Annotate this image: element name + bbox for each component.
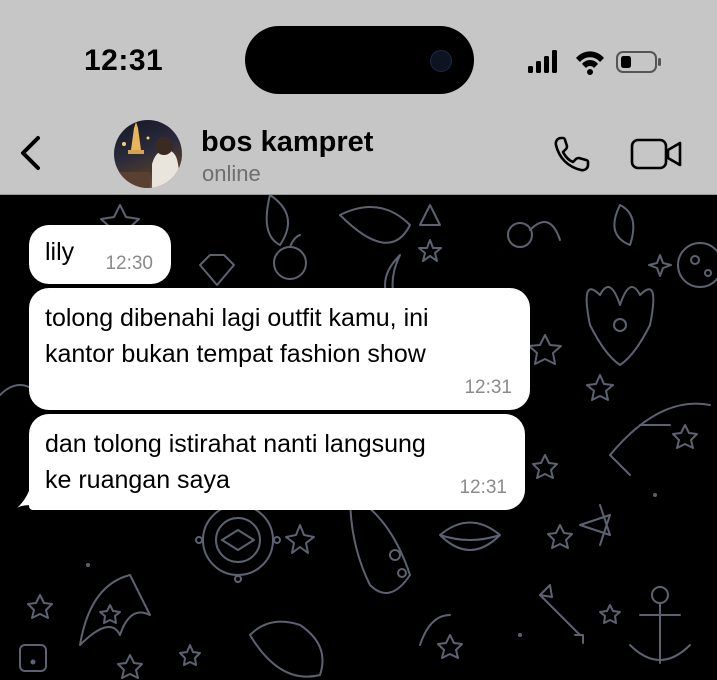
message-bubble[interactable]: tolong dibenahi lagi outfit kamu, ini ka… — [29, 288, 530, 410]
message-text: tolong dibenahi lagi outfit kamu, ini ka… — [45, 304, 429, 368]
message-time: 12:30 — [105, 253, 153, 274]
chat-area[interactable]: lily 12:30 tolong dibenahi lagi outfit k… — [0, 195, 717, 680]
contact-name[interactable]: bos kampret — [201, 126, 373, 159]
message-time: 12:31 — [464, 377, 512, 398]
message-bubble[interactable]: dan tolong istirahat nanti langsung ke r… — [29, 414, 525, 510]
video-camera-icon[interactable] — [630, 136, 684, 172]
chat-header: bos kampret online — [0, 112, 717, 195]
message-bubble[interactable]: lily 12:30 — [29, 225, 171, 284]
battery-low-icon — [616, 51, 661, 73]
status-bar: 12:31 — [0, 0, 717, 112]
wifi-icon — [576, 51, 604, 75]
presence-status: online — [202, 161, 261, 186]
message-text: dan tolong istirahat nanti langsung ke r… — [45, 430, 426, 494]
signal-bars-icon — [528, 50, 557, 73]
phone-icon[interactable] — [552, 134, 592, 174]
status-icons — [528, 50, 661, 75]
chevron-left-icon[interactable] — [14, 132, 48, 174]
avatar[interactable] — [114, 120, 182, 188]
dynamic-island — [245, 26, 474, 94]
message-time: 12:31 — [459, 477, 507, 498]
avatar-photo — [114, 122, 182, 188]
camera-sensor — [430, 50, 452, 72]
status-time: 12:31 — [84, 44, 164, 77]
